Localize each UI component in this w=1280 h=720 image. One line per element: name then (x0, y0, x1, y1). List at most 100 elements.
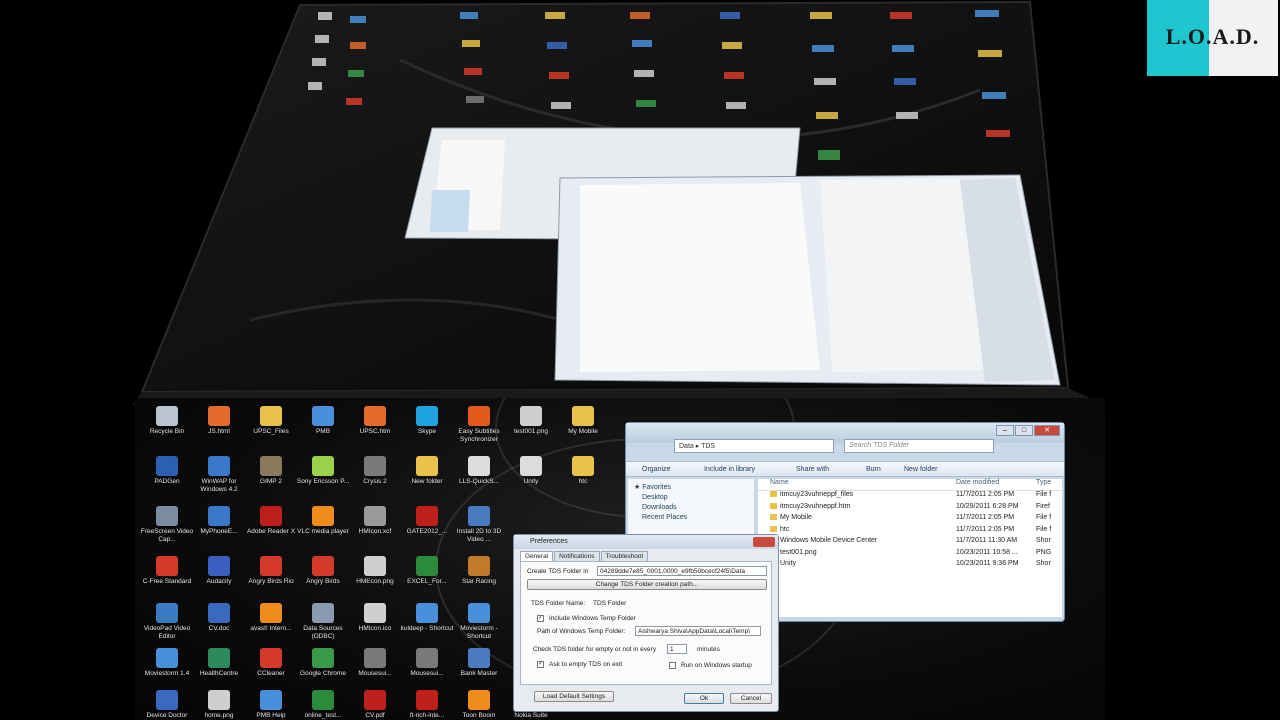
desktop-icon[interactable]: ft-rich-inte... (400, 690, 454, 720)
desktop-icon[interactable]: Data Sources (ODBC) (296, 603, 350, 640)
desktop-icon[interactable]: JS.html (192, 406, 246, 436)
desktop-icon[interactable]: WinWAP for Windows 4.2 (192, 456, 246, 493)
address-bar[interactable]: Data ▸ TDS (674, 439, 834, 453)
desktop-icon[interactable]: online_test... (296, 690, 350, 720)
desktop-icon[interactable]: Moviestorm - Shortcut (452, 603, 506, 640)
temp-path-field[interactable]: Aishwarya Shiva\AppData\Local\Temp\ (635, 626, 761, 636)
app-icon (208, 690, 230, 710)
tab-troubleshoot[interactable]: Troubleshoot (600, 551, 649, 561)
tab-notifications[interactable]: Notifications (554, 551, 600, 561)
desktop-icon[interactable]: LLS-QuickS... (452, 456, 506, 486)
new-folder-button[interactable]: New folder (904, 466, 937, 473)
file-name: itmcuy23vuhneppf.htm (780, 502, 851, 510)
desktop-icon[interactable]: Device Doctor (140, 690, 194, 720)
desktop-icon[interactable]: CCleaner (244, 648, 298, 678)
desktop-icon[interactable]: htc (556, 456, 610, 486)
cancel-button[interactable]: Cancel (730, 693, 772, 704)
nav-recent-places[interactable]: Recent Places (634, 514, 748, 521)
search-input[interactable]: Search TDS Folder (844, 439, 994, 453)
minimize-icon[interactable]: – (996, 425, 1014, 436)
desktop-icon[interactable]: Easy Subtitles Synchronizer (452, 406, 506, 443)
desktop-icon[interactable]: Bank Master (452, 648, 506, 678)
desktop-icon[interactable]: PMB (296, 406, 350, 436)
burn-button[interactable]: Burn (866, 466, 881, 473)
name-column-header[interactable]: Name (770, 479, 789, 486)
file-row[interactable]: Windows Mobile Device Center 11/7/2011 11… (758, 537, 1062, 549)
include-library-button[interactable]: Include in library (704, 466, 755, 473)
tab-general[interactable]: General (520, 551, 554, 561)
run-startup-label: Run on Windows startup (681, 662, 752, 669)
desktop-icon[interactable]: New folder (400, 456, 454, 486)
file-row[interactable]: htc 11/7/2011 2:05 PM File f (758, 525, 1062, 538)
desktop-icon[interactable]: HMEcon.png (348, 556, 402, 586)
nav-downloads[interactable]: Downloads (634, 504, 748, 511)
include-temp-checkbox[interactable]: ✓ (537, 615, 544, 622)
desktop-icon[interactable]: avast! Intern... (244, 603, 298, 633)
close-icon[interactable]: ✕ (1034, 425, 1060, 436)
preferences-titlebar[interactable]: Preferences (514, 535, 778, 549)
close-icon[interactable] (753, 537, 775, 547)
ask-empty-checkbox[interactable]: ✓ (537, 661, 544, 668)
desktop-icon[interactable]: HMIcon.xcf (348, 506, 402, 536)
desktop-icon[interactable]: CV.pdf (348, 690, 402, 720)
desktop-icon[interactable]: Audacity (192, 556, 246, 586)
desktop-icon[interactable]: Unity (504, 456, 558, 486)
desktop-icon[interactable]: Mousesui... (348, 648, 402, 678)
run-startup-checkbox[interactable] (669, 662, 676, 669)
nav-favorites[interactable]: ★ Favorites (634, 483, 748, 491)
change-path-button[interactable]: Change TDS Folder creation path... (527, 579, 767, 590)
desktop-icon[interactable]: Star Racing (452, 556, 506, 586)
desktop-icon[interactable]: UPSC_Files (244, 406, 298, 436)
desktop-icon[interactable]: GATE2012_... (400, 506, 454, 536)
desktop-icon[interactable]: CV.doc (192, 603, 246, 633)
desktop-icon-label: test001.png (514, 428, 548, 435)
desktop-icon[interactable]: PADGen (140, 456, 194, 486)
file-row[interactable]: test001.png 10/23/2011 10:58 ... PNG (758, 548, 1062, 561)
desktop-icon[interactable]: Recycle Bin (140, 406, 194, 436)
file-row[interactable]: Unity 10/23/2011 9:36 PM Shor (758, 560, 1062, 572)
desktop-icon[interactable]: My Mobile (556, 406, 610, 436)
desktop-icon[interactable]: C-Free Standard (140, 556, 194, 586)
desktop-icon[interactable]: HealthCentre (192, 648, 246, 678)
maximize-icon[interactable]: □ (1015, 425, 1033, 436)
desktop-icon[interactable]: FreeScreen Video Cap... (140, 506, 194, 543)
ok-button[interactable]: Ok (684, 693, 724, 704)
type-column-header[interactable]: Type (1036, 479, 1051, 486)
nav-desktop[interactable]: Desktop (634, 494, 748, 501)
desktop-icon[interactable]: Angry Birds (296, 556, 350, 586)
desktop-icon[interactable]: MyPhoneE... (192, 506, 246, 536)
desktop-icon[interactable]: UPSC.htm (348, 406, 402, 436)
organize-button[interactable]: Organize (642, 466, 670, 473)
desktop-icon[interactable]: home.png (192, 690, 246, 720)
desktop-icon[interactable]: PMB Help (244, 690, 298, 720)
desktop-icon[interactable]: HMIcon.ico (348, 603, 402, 633)
desktop-icon[interactable]: Sony Ericsson P... (296, 456, 350, 486)
desktop-icon[interactable]: Mousesui... (400, 648, 454, 678)
desktop-icon[interactable]: VideoPad Video Editor (140, 603, 194, 640)
create-folder-field[interactable]: 04289dde7e85_0001.0000_e9fb50bcecf24f5\D… (597, 566, 767, 576)
desktop-icon[interactable]: EXCEL_For... (400, 556, 454, 586)
file-row[interactable]: My Mobile 11/7/2011 2:05 PM File f (758, 514, 1062, 526)
desktop-icon[interactable]: GIMP 2 (244, 456, 298, 486)
file-row[interactable]: itmcuy23vuhneppf.htm 10/29/2011 6:28 PM Fi… (758, 502, 1062, 515)
desktop-icon[interactable]: Moviestorm 1.4 (140, 648, 194, 678)
app-icon (260, 556, 282, 576)
desktop-icon[interactable]: Skype (400, 406, 454, 436)
desktop-icon[interactable]: test001.png (504, 406, 558, 436)
check-interval-stepper[interactable]: 1 (667, 644, 687, 654)
desktop-icon[interactable]: Adobe Reader X (244, 506, 298, 536)
date-column-header[interactable]: Date modified (956, 479, 999, 486)
desktop-icon[interactable]: Angry Birds Rio (244, 556, 298, 586)
desktop-icon[interactable]: kuldeep - Shortcut (400, 603, 454, 633)
load-default-button[interactable]: Load Default Settings (534, 691, 614, 702)
folder-name-value: TDS Folder (593, 600, 627, 607)
desktop-icon[interactable]: Install 2D to 3D Video ... (452, 506, 506, 543)
desktop-icon[interactable]: Toon Boom (452, 690, 506, 720)
desktop-icon[interactable]: Crysis 2 (348, 456, 402, 486)
desktop-icon[interactable]: Google Chrome (296, 648, 350, 678)
share-with-button[interactable]: Share with (796, 466, 829, 473)
desktop-icon[interactable]: VLC media player (296, 506, 350, 536)
file-row[interactable]: itmcuy23vuhneppf_files 11/7/2011 2:05 PM F… (758, 491, 1062, 503)
app-icon (156, 690, 178, 710)
app-icon (364, 648, 386, 668)
